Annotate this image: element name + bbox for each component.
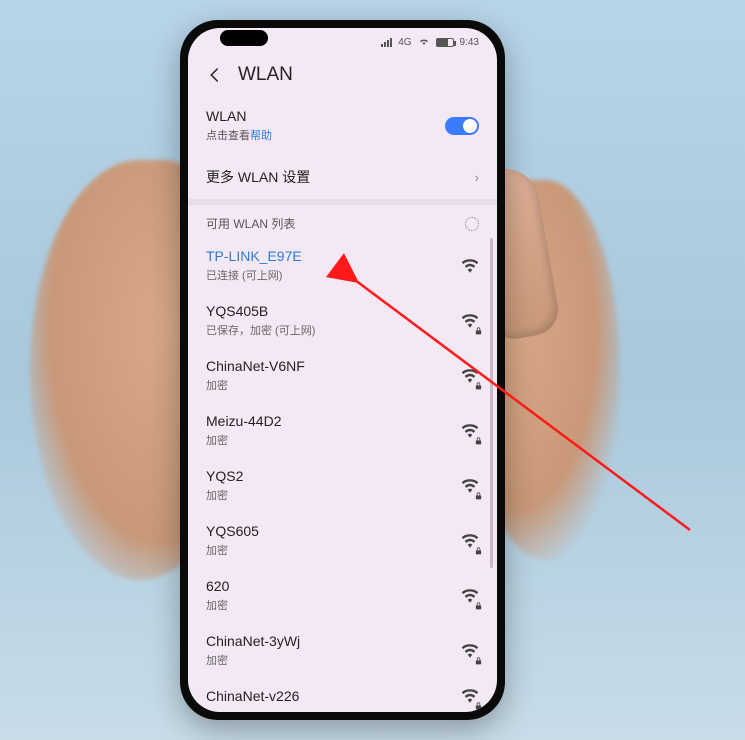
wlan-toggle-sub: 点击查看帮助 (206, 127, 272, 143)
network-list[interactable]: TP-LINK_E97E 已连接 (可上网) YQS405B 已保存，加密 (可… (188, 238, 497, 712)
battery-icon (436, 38, 454, 47)
network-row[interactable]: YQS2 加密 (188, 458, 497, 513)
network-status: 加密 (206, 432, 281, 448)
network-status: 已连接 (可上网) (206, 267, 302, 283)
phone-frame: 4G 9:43 WLAN WLAN 点击查看帮助 更多 WLAN 设置 (180, 20, 505, 720)
lock-icon (475, 487, 482, 495)
lock-icon (475, 377, 482, 385)
wifi-signal-icon (461, 369, 479, 383)
network-row[interactable]: ChinaNet-3yWj 加密 (188, 623, 497, 678)
network-row[interactable]: Meizu-44D2 加密 (188, 403, 497, 458)
network-status: 加密 (206, 597, 229, 613)
network-status: 加密 (206, 377, 305, 393)
wifi-signal-icon (461, 534, 479, 548)
wifi-status-icon (418, 37, 430, 48)
network-status: 已保存，加密 (可上网) (206, 322, 315, 338)
network-name: YQS405B (206, 303, 315, 319)
wifi-signal-icon (461, 424, 479, 438)
scanning-spinner-icon (465, 217, 479, 231)
wifi-signal-icon (461, 259, 479, 273)
network-row[interactable]: ChinaNet-V6NF 加密 (188, 348, 497, 403)
network-name: 620 (206, 578, 229, 594)
signal-bars-icon (381, 38, 392, 47)
help-link[interactable]: 帮助 (250, 130, 272, 142)
page-header: WLAN (188, 56, 497, 96)
screen: 4G 9:43 WLAN WLAN 点击查看帮助 更多 WLAN 设置 (188, 28, 497, 712)
network-name: YQS605 (206, 523, 259, 539)
clock: 9:43 (460, 37, 479, 48)
network-name: ChinaNet-V6NF (206, 358, 305, 374)
lock-icon (475, 697, 482, 705)
lock-icon (475, 322, 482, 330)
network-name: Meizu-44D2 (206, 413, 281, 429)
wifi-signal-icon (461, 479, 479, 493)
lock-icon (475, 652, 482, 660)
back-button[interactable] (206, 66, 224, 84)
lock-icon (475, 432, 482, 440)
network-status: 加密 (206, 487, 243, 503)
available-label: 可用 WLAN 列表 (206, 215, 295, 232)
wifi-signal-icon (461, 689, 479, 703)
scrollbar[interactable] (490, 238, 493, 568)
wlan-switch[interactable] (445, 117, 479, 135)
network-name: TP-LINK_E97E (206, 248, 302, 264)
network-row[interactable]: 620 加密 (188, 568, 497, 623)
network-row[interactable]: YQS405B 已保存，加密 (可上网) (188, 293, 497, 348)
network-name: ChinaNet-v226 (206, 688, 299, 704)
network-status: 加密 (206, 652, 300, 668)
wifi-signal-icon (461, 589, 479, 603)
more-settings-label: 更多 WLAN 设置 (206, 167, 310, 187)
lock-icon (475, 597, 482, 605)
network-name: ChinaNet-3yWj (206, 633, 300, 649)
network-type: 4G (398, 37, 411, 48)
wlan-toggle-label: WLAN (206, 108, 272, 124)
network-row[interactable]: TP-LINK_E97E 已连接 (可上网) (188, 238, 497, 293)
network-row[interactable]: YQS605 加密 (188, 513, 497, 568)
camera-cutout (220, 30, 268, 46)
page-title: WLAN (238, 64, 293, 86)
more-wlan-settings-row[interactable]: 更多 WLAN 设置 › (188, 155, 497, 199)
wifi-signal-icon (461, 644, 479, 658)
available-networks-header: 可用 WLAN 列表 (188, 205, 497, 238)
chevron-right-icon: › (475, 170, 479, 185)
network-name: YQS2 (206, 468, 243, 484)
wlan-toggle-row[interactable]: WLAN 点击查看帮助 (188, 96, 497, 155)
lock-icon (475, 542, 482, 550)
network-status: 加密 (206, 542, 259, 558)
network-row[interactable]: ChinaNet-v226 (188, 678, 497, 712)
wifi-signal-icon (461, 314, 479, 328)
